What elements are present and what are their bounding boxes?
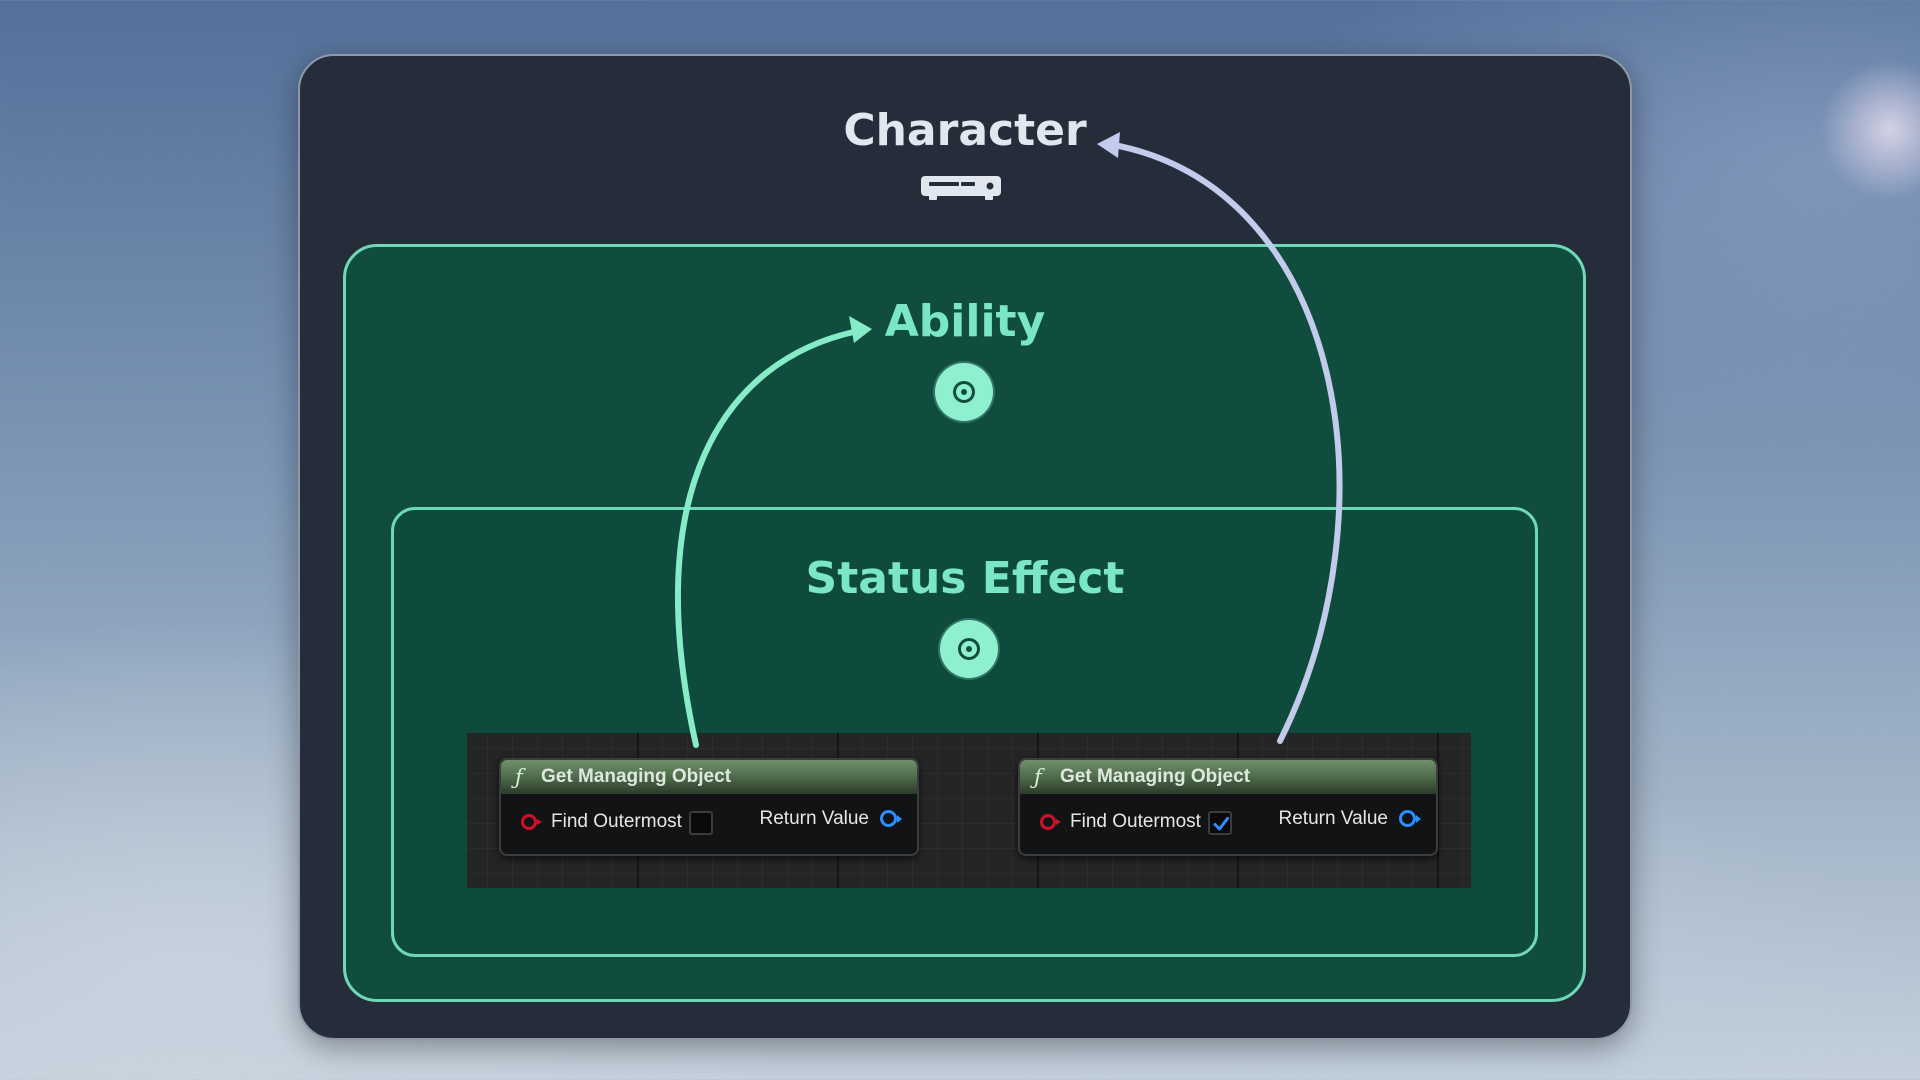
- node-body: Find Outermost Return Value: [501, 794, 917, 854]
- sky-highlight: [1820, 60, 1920, 200]
- gamepad-console-icon: [921, 176, 1001, 200]
- status-effect-target-icon: [940, 620, 998, 678]
- checkmark-icon: [1213, 817, 1229, 831]
- node-title: Get Managing Object: [541, 766, 732, 787]
- get-managing-object-node[interactable]: ƒ Get Managing Object Find Outermost Ret…: [499, 758, 919, 856]
- find-outermost-checkbox[interactable]: [1208, 811, 1232, 835]
- find-outermost-label: Find Outermost: [1070, 811, 1201, 832]
- return-value-pin-icon[interactable]: [1399, 810, 1421, 827]
- exec-input-pin-icon[interactable]: [1040, 814, 1061, 830]
- return-value-label: Return Value: [1278, 808, 1389, 829]
- function-icon: ƒ: [1034, 765, 1042, 789]
- character-title: Character: [843, 105, 1087, 156]
- status-effect-title: Status Effect: [805, 553, 1125, 604]
- function-icon: ƒ: [515, 765, 523, 789]
- exec-input-pin-icon[interactable]: [521, 814, 542, 830]
- get-managing-object-node[interactable]: ƒ Get Managing Object Find Outermost Ret…: [1018, 758, 1438, 856]
- ability-title: Ability: [884, 296, 1046, 347]
- find-outermost-checkbox[interactable]: [689, 811, 713, 835]
- node-title: Get Managing Object: [1060, 766, 1251, 787]
- node-header[interactable]: ƒ Get Managing Object: [501, 760, 917, 794]
- find-outermost-label: Find Outermost: [551, 811, 682, 832]
- return-value-label: Return Value: [759, 808, 870, 829]
- ability-target-icon: [935, 363, 993, 421]
- node-header[interactable]: ƒ Get Managing Object: [1020, 760, 1436, 794]
- node-body: Find Outermost Return Value: [1020, 794, 1436, 854]
- return-value-pin-icon[interactable]: [880, 810, 902, 827]
